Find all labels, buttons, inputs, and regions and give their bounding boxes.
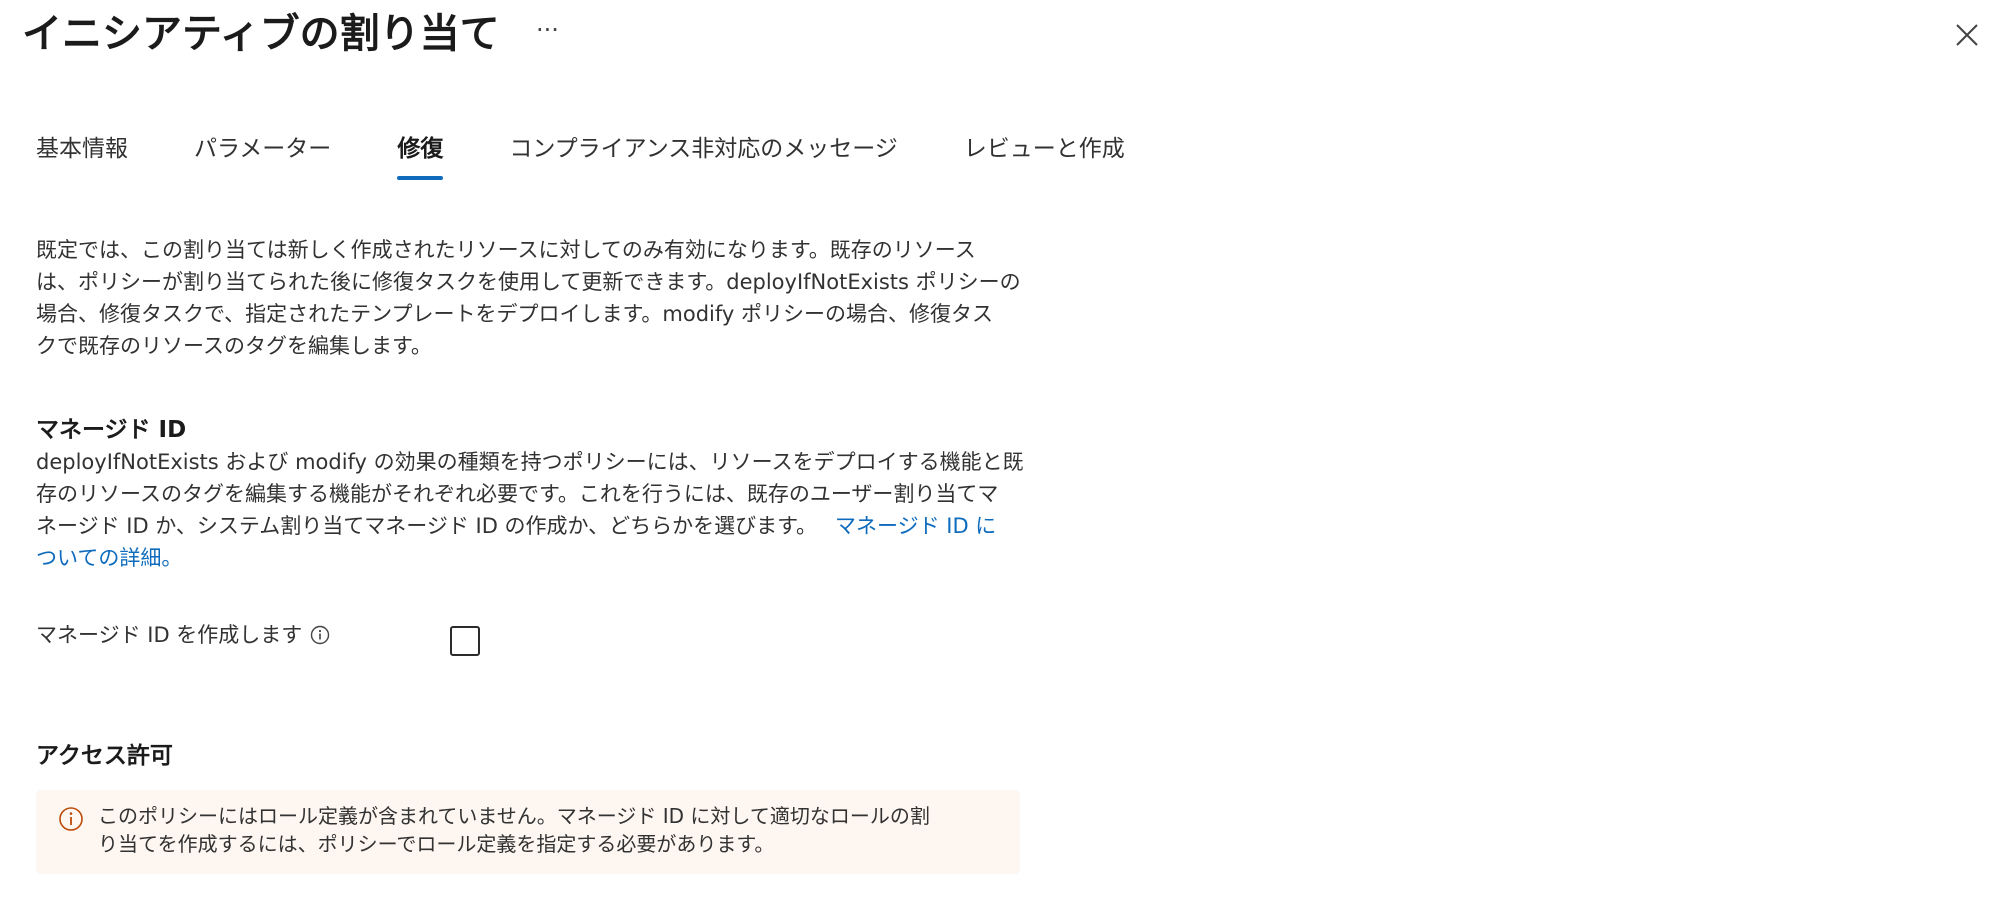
description-line: ついての詳細。 <box>36 542 1024 574</box>
tab-remediation[interactable]: 修復 <box>397 128 444 180</box>
banner-line: このポリシーにはロール定義が含まれていません。マネージド ID に対して適切なロ… <box>98 804 930 828</box>
tab-basics[interactable]: 基本情報 <box>36 128 128 170</box>
managed-identity-heading: マネージド ID <box>36 417 187 443</box>
close-button[interactable] <box>1952 20 1982 50</box>
intro-line: は、ポリシーが割り当てられた後に修復タスクを使用して更新できます。deployI… <box>36 270 1021 294</box>
tab-list: 基本情報 パラメーター 修復 コンプライアンス非対応のメッセージ レビューと作成 <box>36 128 1191 180</box>
create-managed-identity-field: マネージド ID を作成します <box>36 620 596 660</box>
description-line: ネージド ID か、システム割り当てマネージド ID の作成か、どちらかを選びま… <box>36 510 1024 542</box>
remediation-content: 既定では、この割り当ては新しく作成されたリソースに対してのみ有効になります。既存… <box>36 234 1024 574</box>
create-managed-identity-checkbox[interactable] <box>450 626 480 656</box>
page-title: イニシアティブの割り当て <box>22 11 500 57</box>
create-managed-identity-label: マネージド ID を作成します <box>36 620 330 650</box>
role-definition-warning-banner: このポリシーにはロール定義が含まれていません。マネージド ID に対して適切なロ… <box>36 790 1020 874</box>
banner-line: り当てを作成するには、ポリシーでロール定義を指定する必要があります。 <box>98 832 775 856</box>
intro-line: 場合、修復タスクで、指定されたテンプレートをデプロイします。modify ポリシ… <box>36 302 994 326</box>
more-options-button[interactable]: ··· <box>536 16 559 44</box>
intro-text: 既定では、この割り当ては新しく作成されたリソースに対してのみ有効になります。既存… <box>36 234 1024 362</box>
managed-identity-description: deployIfNotExists および modify の効果の種類を持つポリ… <box>36 446 1024 574</box>
learn-more-link-continued[interactable]: ついての詳細。 <box>36 546 182 570</box>
description-line: 存のリソースのタグを編集する機能がそれぞれ必要です。これを行うには、既存のユーザ… <box>36 482 999 506</box>
create-managed-identity-text: マネージド ID を作成します <box>36 623 303 647</box>
info-icon[interactable] <box>310 625 330 645</box>
tab-parameters[interactable]: パラメーター <box>194 128 331 170</box>
description-text: ネージド ID か、システム割り当てマネージド ID の作成か、どちらかを選びま… <box>36 514 818 538</box>
tab-non-compliance-messages[interactable]: コンプライアンス非対応のメッセージ <box>509 128 897 170</box>
description-line: deployIfNotExists および modify の効果の種類を持つポリ… <box>36 450 1024 474</box>
access-heading: アクセス許可 <box>36 743 173 769</box>
close-icon <box>1956 24 1978 46</box>
tab-review-create[interactable]: レビューと作成 <box>964 128 1125 170</box>
learn-more-link[interactable]: マネージド ID に <box>835 514 996 538</box>
intro-line: クで既存のリソースのタグを編集します。 <box>36 334 432 358</box>
intro-line: 既定では、この割り当ては新しく作成されたリソースに対してのみ有効になります。既存… <box>36 238 976 262</box>
warning-circle-icon <box>59 807 83 831</box>
